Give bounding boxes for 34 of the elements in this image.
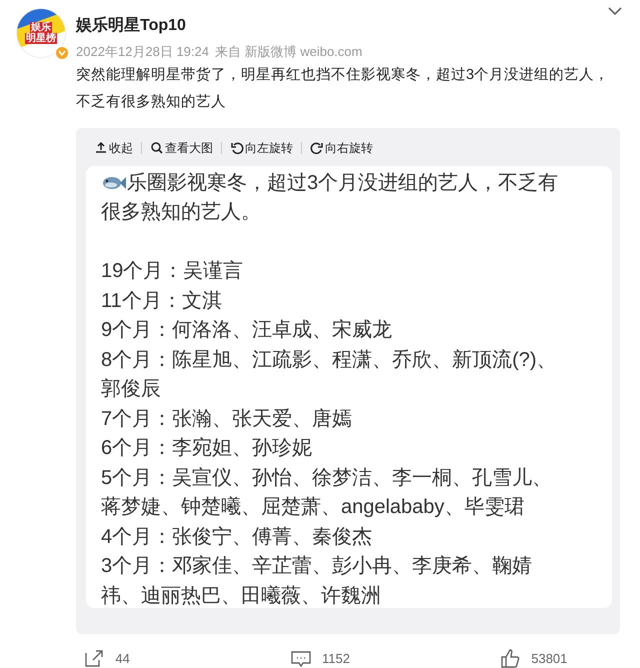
avatar-logo[interactable]: 娱乐 明星榜: [16, 8, 66, 58]
image-text-line: 7个月：张瀚、张天爱、唐嫣: [101, 406, 352, 431]
image-text-line: 郭俊辰: [101, 377, 161, 402]
image-text-line: 6个月：李宛妲、孙珍妮: [101, 436, 312, 460]
image-text-line: 很多熟知的艺人。: [101, 200, 261, 224]
action-count[interactable]: 53801: [531, 649, 568, 668]
action-count[interactable]: 1152: [322, 649, 350, 668]
toolbar-button[interactable]: 收起: [94, 139, 133, 157]
post-text: 突然能理解明星带货了，明星再红也挡不住影视寒冬，超过3个月没进组的艺人，不乏有很多熟知的艺人: [76, 66, 610, 112]
toolbar-button[interactable]: 向左旋转: [230, 139, 293, 157]
image-text-line: 19个月：吴谨言: [101, 259, 244, 284]
image-text-line: 4个月：张俊宁、傅菁、秦俊杰: [101, 524, 372, 549]
image-text-line: 乐圈影视寒冬，超过3个月没进组的艺人，不乏有: [127, 170, 558, 195]
author-name[interactable]: 娱乐明星Top10: [76, 16, 620, 36]
chevron-down-icon[interactable]: [608, 6, 622, 16]
toolbar-button[interactable]: 查看大图: [150, 139, 213, 157]
image-text-line: 8个月：陈星旭、江疏影、程潇、乔欣、新顶流(?)、: [101, 348, 557, 372]
image-text-line: 3个月：邓家佳、辛芷蕾、彭小冉、李庚希、鞠婧: [101, 554, 532, 578]
image-text-line: 11个月：文淇: [101, 288, 222, 313]
upload-icon: [94, 141, 108, 155]
search-icon: [150, 141, 164, 155]
rotate-right-icon: [310, 141, 324, 155]
share-icon[interactable]: [83, 648, 106, 668]
image-text-line: 9个月：何洛洛、汪卓成、宋威龙: [101, 318, 392, 342]
thumbs-up-icon[interactable]: [499, 648, 522, 668]
rotate-left-icon: [230, 141, 244, 155]
logo-text: 明星榜: [25, 33, 57, 44]
logo-text: 娱乐: [30, 22, 52, 33]
toolbar-button[interactable]: 向右旋转: [310, 139, 373, 157]
action-count[interactable]: 44: [115, 649, 130, 668]
post-source: 来自 新版微博 weibo.com: [214, 44, 362, 60]
image-text-line: 祎、迪丽热巴、田曦薇、许魏洲: [101, 584, 381, 608]
image-text-line: 蒋梦婕、钟楚曦、屈楚萧、angelababy、毕雯珺: [101, 495, 524, 520]
image-text-line: 5个月：吴宣仪、孙怡、徐梦洁、李一桐、孔雪儿、: [101, 466, 552, 490]
